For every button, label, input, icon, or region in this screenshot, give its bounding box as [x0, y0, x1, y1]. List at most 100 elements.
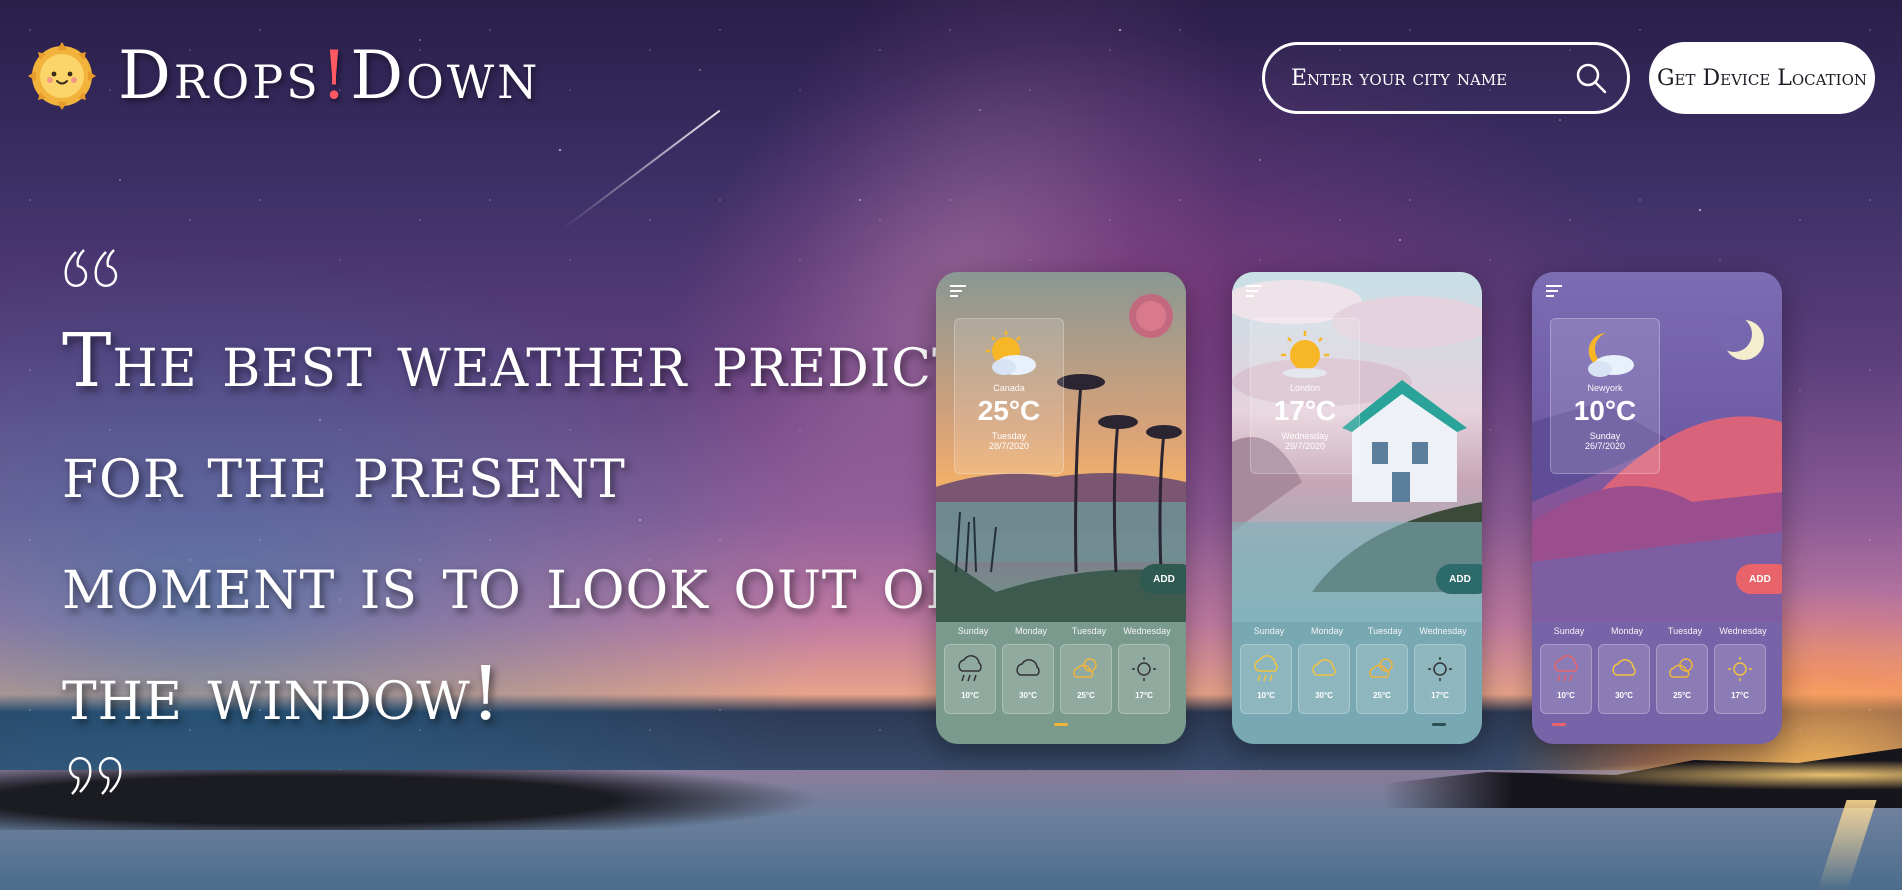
tile-temp: 25°C	[1373, 691, 1391, 700]
left-shoreline	[0, 770, 900, 830]
tile-temp: 17°C	[1731, 691, 1749, 700]
menu-icon[interactable]	[1246, 284, 1264, 298]
day-label: Sunday	[1253, 626, 1285, 636]
brand-name: Drops!Down	[118, 43, 540, 109]
day-label: Monday	[1014, 626, 1048, 636]
sun-icon	[1281, 331, 1329, 378]
forecast-days: Sunday Monday Tuesday Wednesday T	[1240, 626, 1482, 636]
forecast-tile[interactable]: 30°C	[1598, 644, 1650, 714]
current-date: 26/7/2020	[1584, 441, 1626, 451]
current-weather-card: London 17°C Wednesday 29/7/2020	[1250, 318, 1360, 474]
tile-temp: 10°C	[1557, 691, 1575, 700]
sun-icon	[1428, 657, 1452, 681]
tile-temp: 30°C	[1615, 691, 1633, 700]
city-search-box[interactable]	[1262, 42, 1630, 114]
page-indicator	[1054, 723, 1068, 726]
brand-exclamation: !	[320, 37, 351, 114]
day-label: T	[1772, 626, 1782, 636]
forecast-tile[interactable]: 25°C	[1656, 644, 1708, 714]
quote-line-4: the window!	[62, 651, 502, 737]
current-temperature: 17°C	[1273, 395, 1337, 426]
forecast-tile[interactable]: 17°C	[1414, 644, 1466, 714]
partly-sunny-icon	[1669, 658, 1693, 678]
tile-temp: 10°C	[961, 691, 979, 700]
current-date: 28/7/2020	[988, 441, 1030, 451]
city-name: Canada	[993, 383, 1025, 393]
forecast-tiles: 10°C 30°C 25°C 17°C	[1240, 644, 1482, 714]
day-label: Wednesday	[1419, 626, 1467, 636]
sun-mascot-icon	[28, 42, 96, 110]
current-date: 29/7/2020	[1284, 441, 1326, 451]
partly-sunny-icon	[1073, 658, 1097, 678]
tile-temp: 17°C	[1135, 691, 1153, 700]
search-icon[interactable]	[1573, 60, 1609, 96]
get-device-location-button[interactable]: Get Device Location	[1649, 42, 1875, 114]
rain-cloud-icon	[1554, 655, 1578, 682]
menu-icon[interactable]	[1546, 284, 1564, 298]
day-label: Wednesday	[1719, 626, 1767, 636]
rain-cloud-icon	[1254, 655, 1278, 682]
current-temperature: 10°C	[1573, 395, 1637, 426]
current-weather-card: Newyork 10°C Sunday 26/7/2020	[1550, 318, 1660, 474]
brand-part-1: Drops	[118, 37, 321, 114]
forecast-tile[interactable]: 10°C	[944, 644, 996, 714]
city-name: Newyork	[1587, 383, 1623, 393]
hero-quote: The best weather prediction for the pres…	[62, 306, 1080, 750]
forecast-tile[interactable]: 30°C	[1298, 644, 1350, 714]
quote-line-1: The best weather prediction	[62, 318, 1080, 404]
forecast-tile[interactable]: 17°C	[1714, 644, 1766, 714]
forecast-tile[interactable]: 10°C	[1540, 644, 1592, 714]
rain-cloud-icon	[958, 655, 982, 682]
day-label: Tuesday	[1071, 626, 1107, 636]
logo[interactable]: Drops!Down	[26, 40, 540, 112]
forecast-days: Sunday Monday Tuesday Wednesday T	[944, 626, 1186, 636]
day-label: Tuesday	[1667, 626, 1703, 636]
day-label: Wednesday	[1123, 626, 1171, 636]
add-city-button[interactable]: ADD	[1140, 564, 1186, 594]
current-day: Tuesday	[991, 431, 1027, 441]
phone-preview-london: London 17°C Wednesday 29/7/2020 ADD Sund…	[1232, 272, 1482, 744]
tile-temp: 25°C	[1077, 691, 1095, 700]
tile-temp: 25°C	[1673, 691, 1691, 700]
city-name: London	[1289, 383, 1321, 393]
menu-icon[interactable]	[950, 284, 968, 298]
page-indicator	[1552, 723, 1566, 726]
day-label: Sunday	[957, 626, 989, 636]
sun-icon	[1728, 657, 1752, 681]
brand-part-2: Down	[350, 37, 541, 114]
day-label: Tuesday	[1367, 626, 1403, 636]
phone-preview-newyork: Newyork 10°C Sunday 26/7/2020 ADD Sunday…	[1532, 272, 1782, 744]
current-day: Wednesday	[1281, 431, 1329, 441]
add-city-button[interactable]: ADD	[1436, 564, 1482, 594]
close-quote-icon	[68, 757, 122, 795]
tile-temp: 30°C	[1315, 691, 1333, 700]
current-day: Sunday	[1589, 431, 1621, 441]
current-temperature: 25°C	[977, 395, 1041, 426]
cloud-icon	[1612, 659, 1636, 676]
day-label: Monday	[1310, 626, 1344, 636]
forecast-tile[interactable]: 30°C	[1002, 644, 1054, 714]
forecast-tile[interactable]: 17°C	[1118, 644, 1170, 714]
cloud-icon	[1016, 659, 1040, 676]
add-city-button[interactable]: ADD	[1736, 564, 1782, 594]
open-quote-icon	[64, 249, 118, 287]
forecast-tile[interactable]: 10°C	[1240, 644, 1292, 714]
forecast-tile[interactable]: 25°C	[1356, 644, 1408, 714]
tile-temp: 10°C	[1257, 691, 1275, 700]
forecast-tile[interactable]: 25°C	[1060, 644, 1112, 714]
sun-icon	[1132, 657, 1156, 681]
city-search-input[interactable]	[1291, 65, 1573, 91]
current-weather-card: Canada 25°C Tuesday 28/7/2020	[954, 318, 1064, 474]
forecast-tiles: 10°C 30°C 25°C 17°C	[1540, 644, 1782, 714]
cloud-icon	[1312, 659, 1336, 676]
forecast-tiles: 10°C 30°C 25°C 17°C	[944, 644, 1186, 714]
shooting-star	[559, 109, 721, 232]
partly-sunny-icon	[1369, 658, 1393, 678]
moon-cloud-icon	[1588, 333, 1634, 377]
day-label: T	[1472, 626, 1482, 636]
phone-preview-canada: Canada 25°C Tuesday 28/7/2020 ADD Sunday…	[936, 272, 1186, 744]
day-label: Monday	[1610, 626, 1644, 636]
day-label: Sunday	[1553, 626, 1585, 636]
day-label: T	[1176, 626, 1186, 636]
quote-line-3: moment is to look out of	[62, 540, 963, 626]
